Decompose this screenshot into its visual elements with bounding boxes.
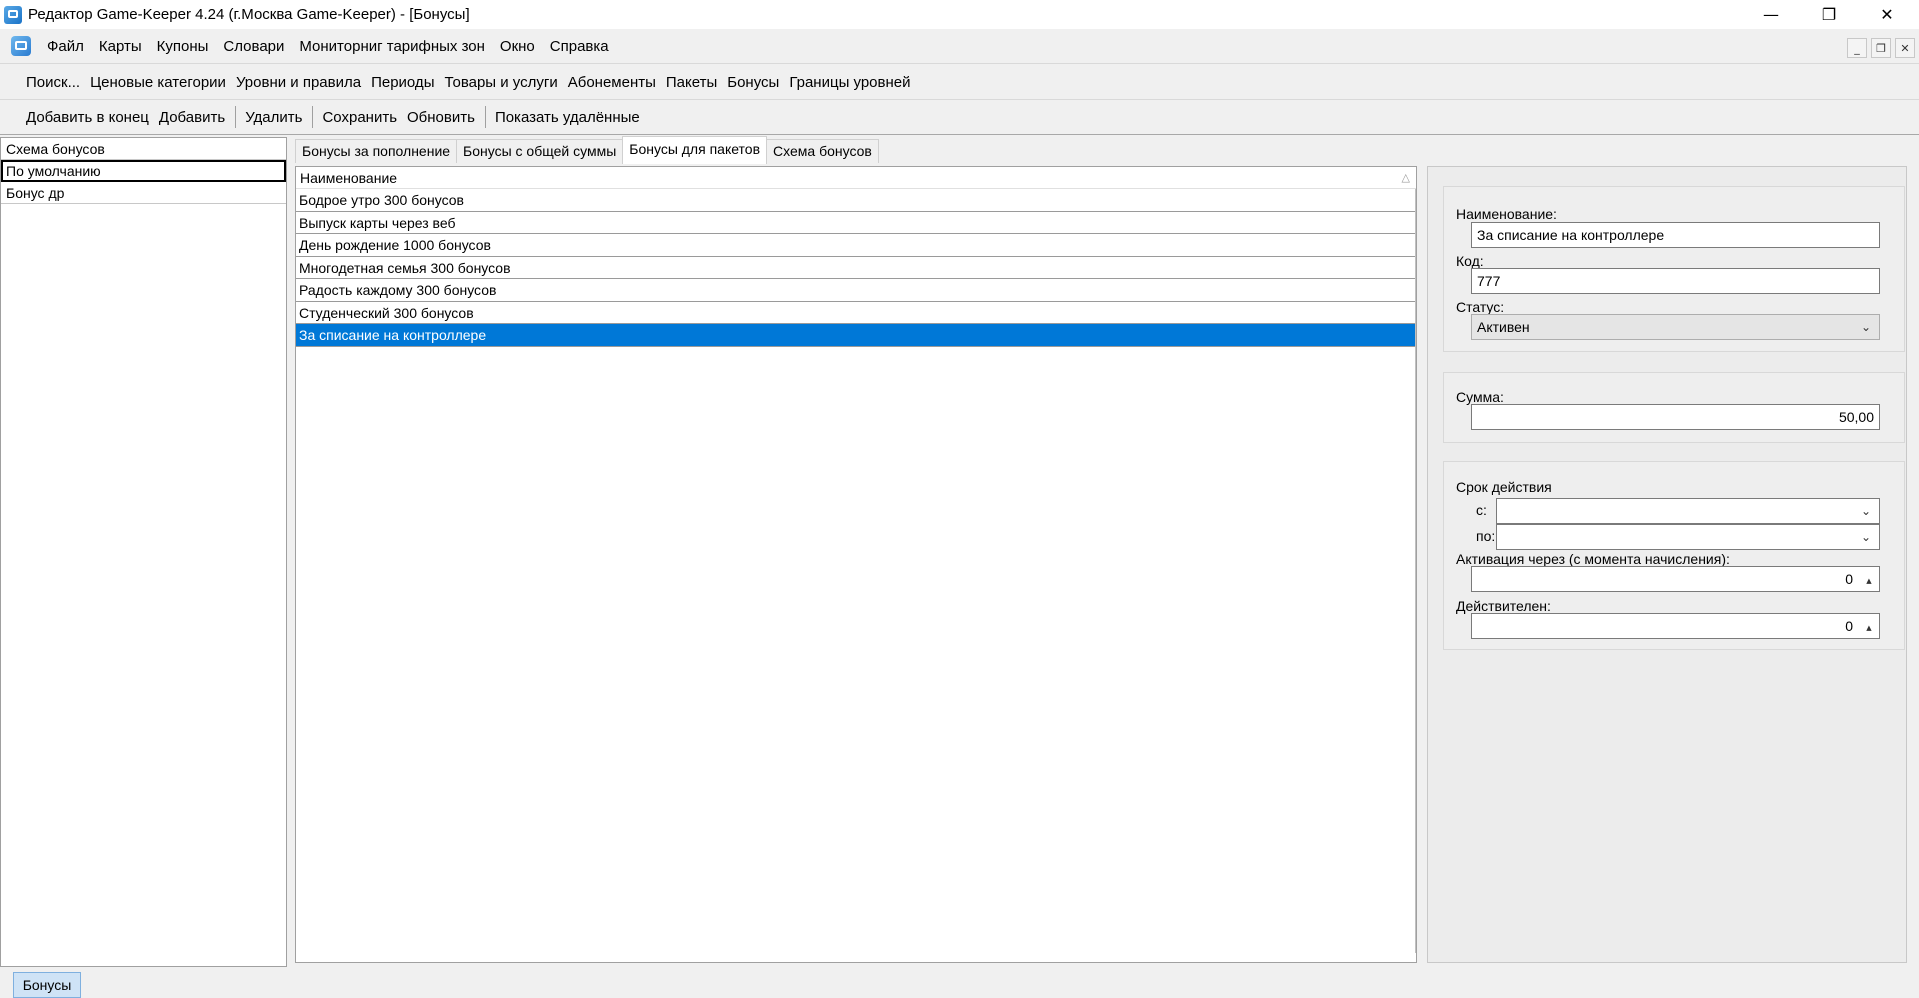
nav-level-bounds[interactable]: Границы уровней: [789, 74, 910, 91]
nav-packages[interactable]: Пакеты: [666, 74, 717, 91]
save-button[interactable]: Сохранить: [322, 109, 397, 126]
add-button[interactable]: Добавить: [159, 109, 225, 126]
stepper-arrows: ▲ ▼: [1861, 569, 1877, 589]
bonus-tabs: Бонусы за пополнение Бонусы с общей сумм…: [295, 136, 879, 164]
add-to-end-button[interactable]: Добавить в конец: [26, 109, 149, 126]
menu-cards[interactable]: Карты: [99, 38, 142, 55]
refresh-button[interactable]: Обновить: [407, 109, 475, 126]
to-label: по:: [1476, 528, 1496, 544]
bonus-scheme-list: Схема бонусов По умолчанию Бонус др: [0, 137, 287, 967]
app-icon: [4, 5, 22, 24]
show-deleted-button[interactable]: Показать удалённые: [495, 109, 640, 126]
date-from-picker[interactable]: ⌄: [1496, 498, 1880, 524]
column-header-name[interactable]: Наименование △: [296, 167, 1416, 189]
action-toolbar: Добавить в конец Добавить Удалить Сохран…: [0, 101, 1919, 133]
scheme-item-birthday[interactable]: Бонус др: [1, 182, 286, 204]
menu-bar: Файл Карты Купоны Словари Мониторниг тар…: [0, 30, 1919, 62]
window-tab-bonuses[interactable]: Бонусы: [13, 972, 81, 998]
code-label: Код:: [1456, 253, 1484, 269]
tab-topup-bonuses[interactable]: Бонусы за пополнение: [295, 139, 458, 163]
table-row-selected[interactable]: За списание на контроллере: [296, 324, 1416, 347]
minimize-icon[interactable]: —: [1743, 0, 1799, 29]
name-field[interactable]: За списание на контроллере: [1471, 222, 1880, 248]
nav-goods-services[interactable]: Товары и услуги: [444, 74, 557, 91]
sum-field[interactable]: 50,00: [1471, 404, 1880, 430]
from-label: с:: [1476, 502, 1487, 518]
status-label: Статус:: [1456, 299, 1505, 315]
scheme-item-default[interactable]: По умолчанию: [1, 160, 286, 182]
title-bar: Редактор Game-Keeper 4.24 (г.Москва Game…: [0, 0, 1919, 29]
nav-subscriptions[interactable]: Абонементы: [568, 74, 656, 91]
activation-stepper[interactable]: 0 ▲ ▼: [1471, 566, 1880, 592]
code-field[interactable]: 777: [1471, 268, 1880, 294]
valid-value: 0: [1845, 618, 1853, 634]
menu-dictionaries[interactable]: Словари: [223, 38, 284, 55]
mdi-tab-bar: Бонусы: [0, 968, 1919, 998]
nav-price-categories[interactable]: Ценовые категории: [90, 74, 226, 91]
mdi-close-icon[interactable]: ✕: [1895, 38, 1915, 58]
name-label: Наименование:: [1456, 206, 1557, 222]
mdi-minimize-icon[interactable]: _: [1847, 38, 1867, 58]
valid-days-stepper[interactable]: 0 ▲ ▼: [1471, 613, 1880, 639]
bonus-details-panel: Наименование: За списание на контроллере…: [1427, 166, 1907, 963]
window-title: Редактор Game-Keeper 4.24 (г.Москва Game…: [28, 6, 470, 23]
activation-value: 0: [1845, 571, 1853, 587]
menu-file[interactable]: Файл: [47, 38, 84, 55]
table-row[interactable]: Бодрое утро 300 бонусов: [296, 189, 1416, 212]
mdi-child-icon[interactable]: [11, 36, 31, 56]
menu-help[interactable]: Справка: [550, 38, 609, 55]
nav-bonuses[interactable]: Бонусы: [727, 74, 779, 91]
valid-label: Действителен:: [1456, 598, 1551, 614]
general-group: Наименование: За списание на контроллере…: [1443, 186, 1905, 352]
menu-monitoring[interactable]: Мониторниг тарифных зон: [299, 38, 485, 55]
table-row[interactable]: Студенческий 300 бонусов: [296, 302, 1416, 324]
divider: [0, 63, 1919, 64]
nav-levels-rules[interactable]: Уровни и правила: [236, 74, 361, 91]
chevron-down-icon: ⌄: [1860, 504, 1871, 518]
validity-label: Срок действия: [1456, 479, 1552, 495]
tab-bonus-scheme[interactable]: Схема бонусов: [766, 139, 879, 163]
delete-button[interactable]: Удалить: [245, 109, 302, 126]
column-header-label: Наименование: [300, 170, 398, 186]
divider: [0, 99, 1919, 100]
chevron-down-icon: ⌄: [1860, 530, 1871, 544]
sort-ascending-icon: △: [1401, 171, 1410, 184]
tab-package-bonuses[interactable]: Бонусы для пакетов: [622, 136, 768, 164]
close-icon[interactable]: ✕: [1859, 0, 1915, 29]
nav-toolbar: Поиск... Ценовые категории Уровни и прав…: [0, 66, 1919, 98]
nav-search[interactable]: Поиск...: [26, 74, 80, 91]
menu-coupons[interactable]: Купоны: [157, 38, 209, 55]
sum-group: Сумма: 50,00: [1443, 372, 1905, 443]
menu-window[interactable]: Окно: [500, 38, 535, 55]
table-row[interactable]: День рождение 1000 бонусов: [296, 234, 1416, 257]
tab-total-sum-bonuses[interactable]: Бонусы с общей суммы: [456, 139, 624, 163]
table-row[interactable]: Радость каждому 300 бонусов: [296, 279, 1416, 302]
divider: [0, 134, 1919, 135]
chevron-down-icon: ⌄: [1860, 320, 1871, 334]
activation-label: Активация через (с момента начисления):: [1456, 551, 1730, 567]
scheme-list-header: Схема бонусов: [1, 138, 286, 160]
table-row[interactable]: Многодетная семья 300 бонусов: [296, 257, 1416, 279]
mdi-window-controls: _ ❐ ✕: [1847, 38, 1915, 58]
toolbar-separator: [312, 106, 314, 128]
grid-scroll-edge: [1415, 189, 1416, 953]
nav-periods[interactable]: Периоды: [371, 74, 434, 91]
status-value: Активен: [1477, 319, 1530, 335]
mdi-restore-icon[interactable]: ❐: [1871, 38, 1891, 58]
stepper-arrows: ▲ ▼: [1861, 616, 1877, 636]
restore-icon[interactable]: ❐: [1801, 0, 1857, 29]
validity-group: Срок действия с: ⌄ по: ⌄ Активация через…: [1443, 461, 1905, 650]
table-row[interactable]: Выпуск карты через веб: [296, 212, 1416, 234]
toolbar-separator: [235, 106, 237, 128]
package-bonus-grid: Наименование △ Бодрое утро 300 бонусов В…: [295, 166, 1417, 963]
date-to-picker[interactable]: ⌄: [1496, 524, 1880, 550]
stepper-up-icon[interactable]: ▲: [1861, 569, 1877, 591]
stepper-up-icon[interactable]: ▲: [1861, 616, 1877, 638]
status-select[interactable]: Активен ⌄: [1471, 314, 1880, 340]
sum-label: Сумма:: [1456, 389, 1504, 405]
toolbar-separator: [484, 106, 486, 128]
